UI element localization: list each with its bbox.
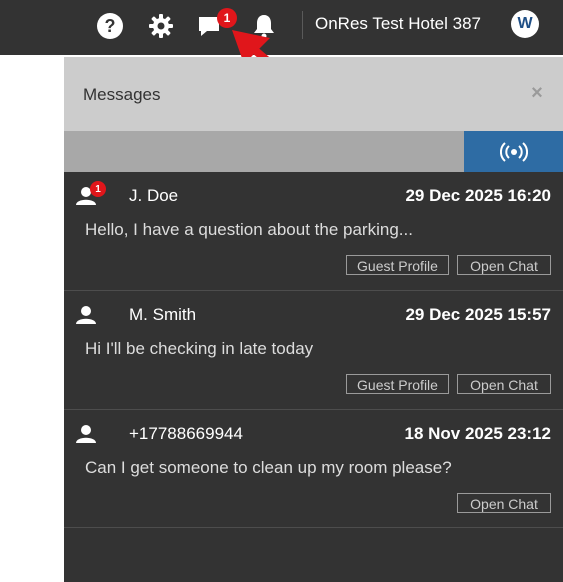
help-icon[interactable]: ? xyxy=(96,12,124,40)
messages-panel-header: Messages × xyxy=(64,57,563,131)
user-icon xyxy=(76,306,96,324)
message-timestamp: 29 Dec 2025 16:20 xyxy=(405,186,551,205)
message-timestamp: 29 Dec 2025 15:57 xyxy=(405,305,551,324)
message-sender: M. Smith xyxy=(129,305,197,324)
message-item[interactable]: 1 J. Doe 29 Dec 2025 16:20 Hello, I have… xyxy=(64,172,563,291)
message-timestamp: 18 Nov 2025 23:12 xyxy=(404,424,552,443)
filter-bar xyxy=(64,131,464,172)
panel-title: Messages xyxy=(83,85,161,104)
user-avatar[interactable]: W xyxy=(511,10,539,38)
guest-profile-button[interactable]: Guest Profile xyxy=(346,374,449,394)
open-chat-button[interactable]: Open Chat xyxy=(457,255,551,275)
open-chat-button[interactable]: Open Chat xyxy=(457,493,551,513)
user-icon xyxy=(76,425,96,443)
message-preview: Can I get someone to clean up my room pl… xyxy=(85,458,452,477)
settings-gear-icon[interactable] xyxy=(147,12,175,40)
open-chat-button[interactable]: Open Chat xyxy=(457,374,551,394)
guest-profile-button[interactable]: Guest Profile xyxy=(346,255,449,275)
message-item[interactable]: +17788669944 18 Nov 2025 23:12 Can I get… xyxy=(64,410,563,528)
close-panel-button[interactable]: × xyxy=(528,83,546,103)
hotel-name[interactable]: OnRes Test Hotel 387 xyxy=(315,14,481,34)
message-item[interactable]: M. Smith 29 Dec 2025 15:57 Hi I'll be ch… xyxy=(64,291,563,410)
messages-panel: Messages × 1 J. Doe 29 Dec 2025 16:20 He… xyxy=(64,57,563,582)
message-preview: Hi I'll be checking in late today xyxy=(85,339,314,358)
live-broadcast-button[interactable] xyxy=(464,131,563,172)
unread-count-badge: 1 xyxy=(90,181,106,197)
message-sender: +17788669944 xyxy=(129,424,243,443)
message-preview: Hello, I have a question about the parki… xyxy=(85,220,413,239)
svg-text:?: ? xyxy=(105,16,116,36)
message-sender: J. Doe xyxy=(129,186,179,205)
broadcast-icon xyxy=(499,141,528,162)
